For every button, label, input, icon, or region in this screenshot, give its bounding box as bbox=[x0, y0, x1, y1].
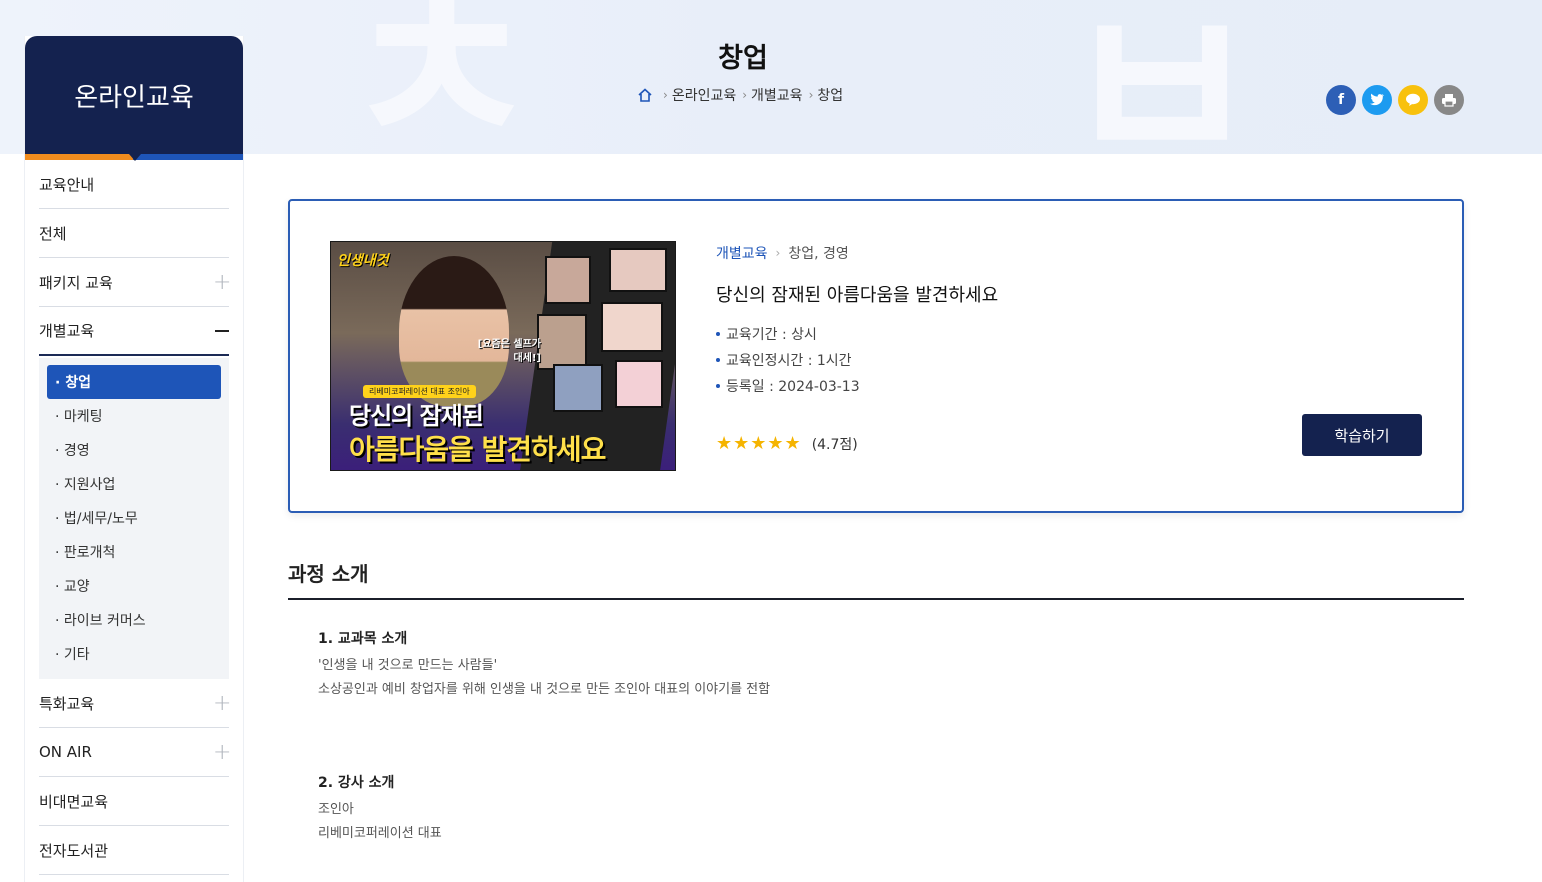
submenu-item-other[interactable]: · 기타 bbox=[47, 637, 221, 671]
plus-icon[interactable]: + bbox=[213, 740, 231, 765]
learn-button[interactable]: 학습하기 bbox=[1302, 414, 1422, 456]
sidebar-title-accent bbox=[25, 154, 243, 161]
facebook-icon[interactable]: f bbox=[1326, 85, 1356, 115]
banner-ghost-letter: ㅂ bbox=[1060, 0, 1263, 154]
course-thumbnail[interactable]: 인생내것 [요즘은 셀프가 대세!] 리베미코퍼레이션 대표 조인아 당신의 잠… bbox=[330, 241, 676, 471]
sidebar-item-label: 전자도서관 bbox=[39, 841, 109, 860]
bullet-icon bbox=[716, 358, 720, 362]
sidebar-item-individual[interactable]: 개별교육 bbox=[39, 307, 229, 356]
course-meta: 교육기간 : 상시 교육인정시간 : 1시간 등록일 : 2024-03-13 bbox=[716, 321, 1416, 399]
sidebar: 온라인교육 교육안내 전체 패키지 교육 + 개별교육 · 창업 · 마케팅 ·… bbox=[24, 36, 244, 882]
sidebar-submenu: · 창업 · 마케팅 · 경영 · 지원사업 · 법/세무/노무 · 판로개척 … bbox=[39, 358, 229, 679]
submenu-item-legal[interactable]: · 법/세무/노무 bbox=[47, 501, 221, 535]
sidebar-item-label: 교육안내 bbox=[39, 175, 95, 194]
chevron-right-icon: › bbox=[742, 88, 748, 102]
sidebar-item-ebook-library[interactable]: 전자도서관 bbox=[39, 826, 229, 875]
course-info: 개별교육 › 창업, 경영 당신의 잠재된 아름다움을 발견하세요 교육기간 :… bbox=[716, 243, 1416, 399]
intro-block-heading: 1. 교과목 소개 bbox=[318, 631, 408, 647]
print-icon[interactable] bbox=[1434, 85, 1464, 115]
sidebar-item-label: 특화교육 bbox=[39, 694, 95, 713]
rating-score: (4.7점) bbox=[811, 436, 858, 453]
thumbnail-photo bbox=[601, 302, 663, 352]
submenu-item-management[interactable]: · 경영 bbox=[47, 433, 221, 467]
intro-block-line: '인생을 내 것으로 만드는 사람들' bbox=[318, 658, 498, 673]
home-icon[interactable] bbox=[637, 87, 653, 103]
submenu-item-live-commerce[interactable]: · 라이브 커머스 bbox=[47, 603, 221, 637]
course-subcategory: 창업, 경영 bbox=[788, 246, 849, 262]
course-category: 개별교육 › 창업, 경영 bbox=[716, 243, 1416, 263]
thumbnail-caption: 당신의 잠재된 bbox=[349, 402, 484, 430]
intro-block-line: 리베미코퍼레이션 대표 bbox=[318, 826, 442, 841]
banner-ghost-letter: ㅊ bbox=[340, 0, 543, 154]
submenu-item-support[interactable]: · 지원사업 bbox=[47, 467, 221, 501]
thumbnail-bubble: [요즘은 셀프가 대세!] bbox=[477, 339, 541, 364]
thumbnail-photo bbox=[609, 248, 667, 292]
share-buttons: f bbox=[1326, 85, 1464, 115]
intro-block-line: 소상공인과 예비 창업자를 위해 인생을 내 것으로 만든 조인아 대표의 이야… bbox=[318, 682, 771, 697]
sidebar-item-label: 패키지 교육 bbox=[39, 273, 113, 292]
sidebar-item-label: 개별교육 bbox=[39, 322, 95, 340]
submenu-item-marketing[interactable]: · 마케팅 bbox=[47, 399, 221, 433]
breadcrumb-item[interactable]: 온라인교육 bbox=[672, 85, 736, 105]
section-title: 과정 소개 bbox=[288, 562, 369, 586]
thumbnail-photo bbox=[615, 360, 663, 408]
course-category-link[interactable]: 개별교육 bbox=[716, 243, 768, 263]
course-title: 당신의 잠재된 아름다움을 발견하세요 bbox=[716, 285, 999, 306]
thumbnail-photo bbox=[553, 364, 603, 412]
course-meta-text: 교육인정시간 : 1시간 bbox=[726, 353, 852, 369]
course-meta-text: 교육기간 : 상시 bbox=[726, 327, 817, 343]
breadcrumb: › 온라인교육 › 개별교육 › 창업 bbox=[637, 85, 843, 105]
course-meta-item: 교육기간 : 상시 bbox=[716, 321, 1416, 347]
submenu-item-liberal[interactable]: · 교양 bbox=[47, 569, 221, 603]
thumbnail-caption: 아름다움을 발견하세요 bbox=[349, 433, 606, 466]
sidebar-item-all[interactable]: 전체 bbox=[39, 209, 229, 258]
minus-icon[interactable] bbox=[215, 329, 229, 332]
intro-block-heading: 2. 강사 소개 bbox=[318, 775, 395, 791]
sidebar-menu: 교육안내 전체 패키지 교육 + 개별교육 · 창업 · 마케팅 · 경영 · … bbox=[25, 160, 243, 875]
intro-block-instructor: 2. 강사 소개 조인아 리베미코퍼레이션 대표 bbox=[318, 772, 442, 846]
sidebar-item-label: 비대면교육 bbox=[39, 792, 109, 811]
plus-icon[interactable]: + bbox=[213, 270, 231, 295]
sidebar-item-label: 전체 bbox=[39, 224, 67, 243]
chevron-right-icon: › bbox=[808, 88, 814, 102]
section-divider bbox=[288, 598, 1464, 600]
bullet-icon bbox=[716, 384, 720, 388]
course-meta-text: 등록일 : 2024-03-13 bbox=[726, 379, 860, 395]
submenu-item-startup[interactable]: · 창업 bbox=[47, 365, 221, 399]
sidebar-item-on-air[interactable]: ON AIR + bbox=[39, 728, 231, 777]
intro-block-subject: 1. 교과목 소개 '인생을 내 것으로 만드는 사람들' 소상공인과 예비 창… bbox=[318, 628, 770, 702]
bullet-icon bbox=[716, 332, 720, 336]
sidebar-item-special[interactable]: 특화교육 + bbox=[39, 679, 231, 728]
sidebar-item-package[interactable]: 패키지 교육 + bbox=[39, 258, 231, 307]
sidebar-title: 온라인교육 bbox=[25, 36, 243, 154]
course-card: 인생내것 [요즘은 셀프가 대세!] 리베미코퍼레이션 대표 조인아 당신의 잠… bbox=[288, 199, 1464, 513]
chevron-right-icon: › bbox=[663, 88, 668, 102]
thumbnail-photo bbox=[545, 256, 591, 304]
submenu-item-sales[interactable]: · 판로개척 bbox=[47, 535, 221, 569]
star-rating-icon: ★★★★★ bbox=[716, 433, 802, 454]
breadcrumb-item[interactable]: 창업 bbox=[817, 85, 843, 105]
thumbnail-tag: 인생내것 bbox=[337, 253, 389, 269]
thumbnail-portrait bbox=[399, 256, 509, 406]
breadcrumb-item[interactable]: 개별교육 bbox=[751, 85, 803, 105]
course-rating: ★★★★★ (4.7점) bbox=[716, 433, 858, 454]
kakaotalk-icon[interactable] bbox=[1398, 85, 1428, 115]
chevron-right-icon: › bbox=[775, 246, 781, 260]
sidebar-item-label: ON AIR bbox=[39, 743, 92, 761]
intro-block-line: 조인아 bbox=[318, 802, 354, 817]
plus-icon[interactable]: + bbox=[213, 691, 231, 716]
sidebar-item-education-guide[interactable]: 교육안내 bbox=[39, 160, 229, 209]
twitter-icon[interactable] bbox=[1362, 85, 1392, 115]
course-meta-item: 교육인정시간 : 1시간 bbox=[716, 347, 1416, 373]
sidebar-item-remote[interactable]: 비대면교육 bbox=[39, 777, 229, 826]
course-meta-item: 등록일 : 2024-03-13 bbox=[716, 373, 1416, 399]
thumbnail-photo bbox=[537, 314, 587, 370]
